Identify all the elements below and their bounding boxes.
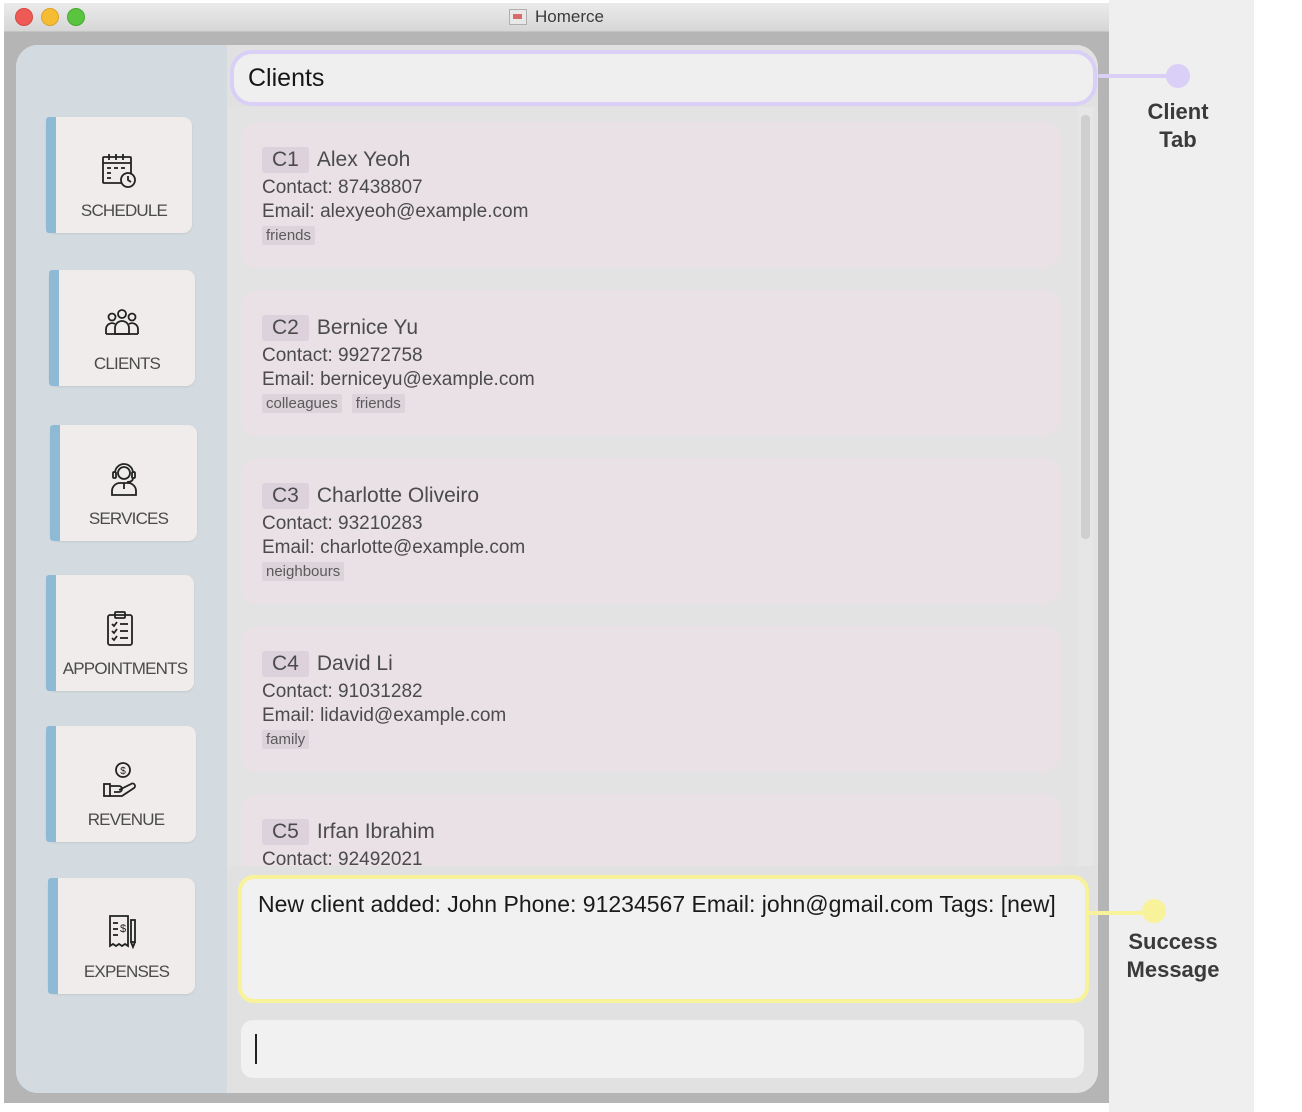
success-message: New client added: John Phone: 91234567 E… (258, 891, 1056, 917)
client-contact: Contact: 91031282 (262, 681, 423, 702)
sidebar-item-label: CLIENTS (93, 354, 161, 373)
hand-dollar-icon: $ (46, 760, 196, 800)
client-name: David Li (316, 652, 393, 675)
client-tab-annotation: Client Tab (1147, 99, 1209, 152)
client-contact: Contact: 99272758 (262, 345, 423, 366)
client-email: Email: lidavid@example.com (262, 705, 507, 726)
svg-text:$: $ (120, 766, 126, 777)
client-tag: neighbours (262, 562, 345, 581)
client-card[interactable]: C1 Alex Yeoh Contact: 87438807 Email: al… (241, 122, 1061, 268)
client-id: C1 (262, 147, 309, 173)
client-id: C5 (262, 819, 309, 845)
client-name: Bernice Yu (316, 316, 419, 339)
clients-tab-header: Clients (230, 50, 1097, 106)
result-display: New client added: John Phone: 91234567 E… (238, 875, 1089, 1003)
client-id: C4 (262, 651, 309, 677)
client-tab-marker (1166, 64, 1190, 88)
sidebar-item-label: APPOINTMENTS (62, 659, 188, 678)
success-message-marker (1142, 899, 1166, 923)
window-title: Homerce (535, 7, 604, 26)
main-panel: Clients C1 Alex Yeoh Contact: 87438807 E… (227, 45, 1098, 1093)
sidebar-item-clients[interactable]: CLIENTS (49, 270, 195, 386)
sidebar-item-expenses[interactable]: $ EXPENSES (48, 878, 195, 994)
client-contact: Contact: 93210283 (262, 513, 423, 534)
headset-person-icon (50, 459, 197, 499)
client-tag: family (262, 730, 310, 749)
client-card[interactable]: C4 David Li Contact: 91031282 Email: lid… (241, 626, 1061, 772)
client-name: Alex Yeoh (316, 148, 411, 171)
client-contact: Contact: 92492021 (262, 849, 423, 866)
client-name: Irfan Ibrahim (316, 820, 435, 843)
client-email: Email: berniceyu@example.com (262, 369, 535, 390)
app-logo-icon (509, 9, 528, 25)
sidebar-item-label: SERVICES (88, 509, 169, 528)
command-input[interactable] (241, 1020, 1084, 1078)
sidebar-item-appointments[interactable]: APPOINTMENTS (46, 575, 194, 691)
sidebar-item-schedule[interactable]: SCHEDULE (46, 117, 192, 233)
client-email: Email: charlotte@example.com (262, 537, 526, 558)
sidebar-item-label: REVENUE (87, 810, 165, 829)
title-bar: Homerce (4, 3, 1109, 32)
sidebar-item-services[interactable]: SERVICES (50, 425, 197, 541)
receipt-dollar-icon: $ (48, 912, 195, 952)
client-card[interactable]: C5 Irfan Ibrahim Contact: 92492021 (241, 794, 1061, 866)
client-list[interactable]: C1 Alex Yeoh Contact: 87438807 Email: al… (227, 107, 1098, 866)
client-tag: colleagues (262, 394, 342, 413)
client-name: Charlotte Oliveiro (316, 484, 480, 507)
clipboard-checklist-icon (46, 609, 194, 649)
calendar-clock-icon (46, 151, 192, 191)
scrollbar-thumb[interactable] (1081, 115, 1090, 539)
client-tag: friends (351, 394, 405, 413)
svg-text:$: $ (119, 923, 125, 935)
client-contact: Contact: 87438807 (262, 177, 423, 198)
sidebar: SCHEDULE CLIENTS SERVICES APPOINTMENTS $… (16, 45, 227, 1093)
client-tag: friends (262, 226, 316, 245)
success-message-annotation: Success Message (1126, 929, 1220, 982)
client-card[interactable]: C3 Charlotte Oliveiro Contact: 93210283 … (241, 458, 1061, 604)
client-email: Email: alexyeoh@example.com (262, 201, 529, 222)
client-card[interactable]: C2 Bernice Yu Contact: 99272758 Email: b… (241, 290, 1061, 436)
app-window: Homerce SCHEDULE CLIENTS SERVICES APPOIN… (4, 3, 1109, 1103)
text-caret (255, 1034, 257, 1064)
client-id: C3 (262, 483, 309, 509)
app-content: SCHEDULE CLIENTS SERVICES APPOINTMENTS $… (16, 45, 1098, 1093)
client-id: C2 (262, 315, 309, 341)
group-icon (49, 304, 195, 344)
sidebar-item-label: SCHEDULE (80, 201, 168, 220)
sidebar-item-label: EXPENSES (83, 962, 170, 981)
page-title: Clients (248, 64, 325, 92)
sidebar-item-revenue[interactable]: $ REVENUE (46, 726, 196, 842)
